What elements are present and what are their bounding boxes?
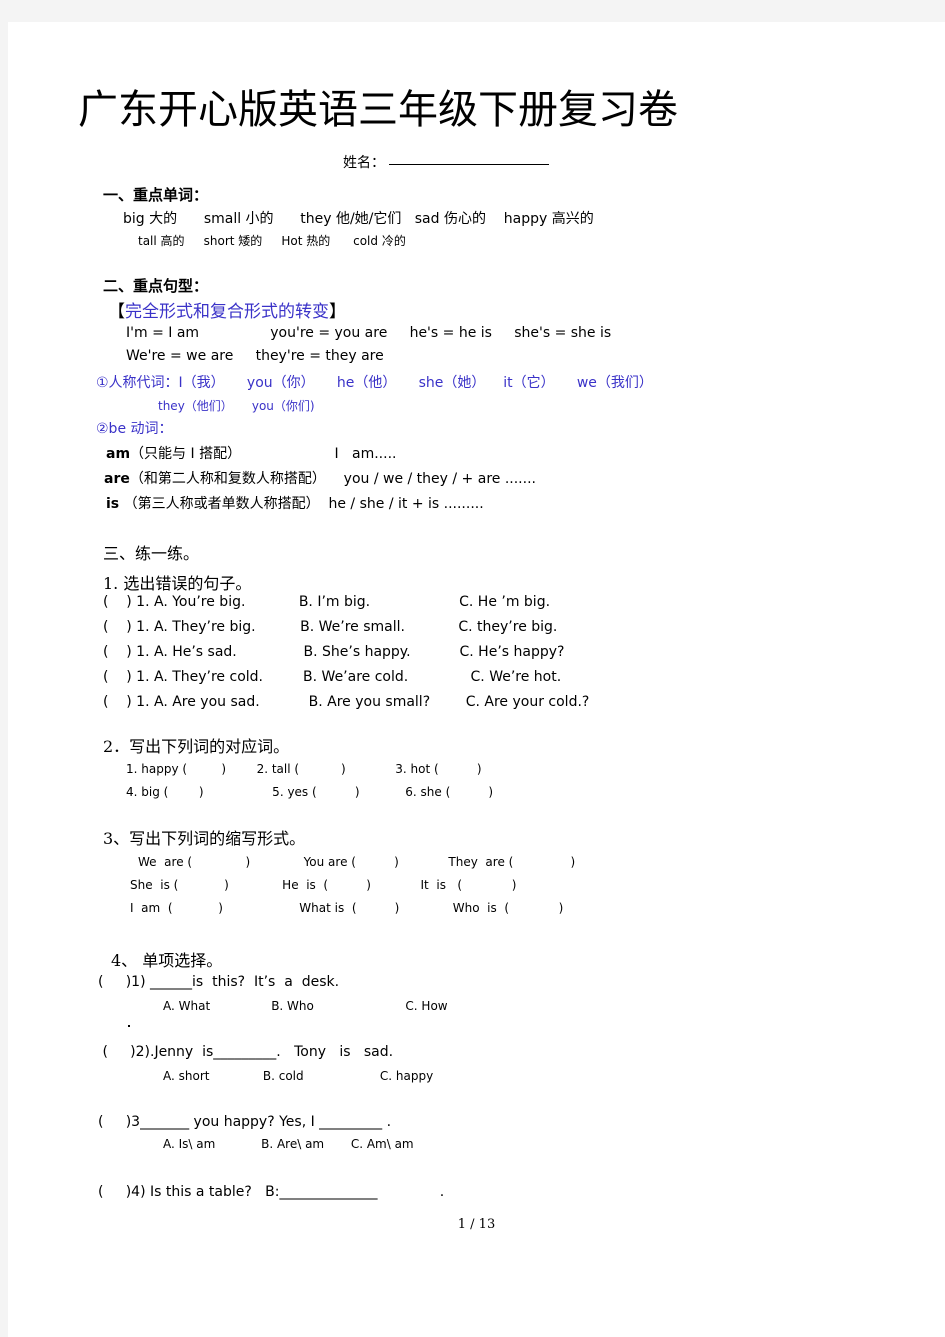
exercise-2-row-1: 1. happy ( ) 2. tall ( ) 3. hot ( )	[126, 762, 482, 776]
be-verb-are-detail: （和第二人称和复数人称搭配） you / we / they / + are .…	[129, 471, 536, 487]
section-1-words-row-2: tall 高的 short 矮的 Hot 热的 cold 冷的	[138, 234, 406, 248]
stray-dot-mark	[128, 1025, 130, 1027]
section-2-heading: 二、重点句型：	[103, 277, 209, 295]
bracket-close: 】	[329, 302, 346, 322]
be-verb-heading: ②be 动词：	[96, 421, 173, 437]
exercise-4-question-2-stem: ( )2).Jenny is_________. Tony is sad.	[98, 1044, 394, 1060]
be-verb-is-detail: （第三人称或者单数人称搭配） he / she / it + is ......…	[119, 496, 484, 512]
page-title: 广东开心版英语三年级下册复习卷	[78, 87, 678, 133]
section-1-words-row-1: big 大的 small 小的 they 他/她/它们 sad 伤心的 happ…	[123, 211, 594, 227]
exercise-1-heading: 1. 选出错误的句子。	[103, 574, 252, 593]
exercise-1-row: ( ) 1. A. He’s sad. B. She’s happy. C. H…	[103, 644, 565, 660]
be-verb-are-word: are	[104, 471, 130, 487]
be-verb-are-row: are（和第二人称和复数人称搭配） you / we / they / + ar…	[104, 468, 536, 488]
exercise-4-question-2-options: A. short B. cold C. happy	[163, 1069, 434, 1083]
contraction-row-1: I'm = I am you're = you are he's = he is…	[126, 325, 612, 341]
exercise-3-row-3: I am ( ) What is ( ) Who is ( )	[130, 901, 564, 915]
be-verb-am-detail: （只能与 I 搭配） I am.....	[130, 446, 397, 462]
be-verb-is-row: is （第三人称或者单数人称搭配） he / she / it + is ...…	[106, 493, 484, 513]
be-verb-am-row: am（只能与 I 搭配） I am.....	[106, 443, 396, 463]
exercise-4-heading: 4、 单项选择。	[111, 951, 223, 970]
section-3-heading: 三、练一练。	[103, 544, 200, 563]
bracket-open: 【	[108, 302, 125, 322]
bracket-title-text: 完全形式和复合形式的转变	[125, 302, 329, 322]
name-field-blank[interactable]	[389, 164, 549, 165]
pronoun-list-row-2: they（他们） you（你们)	[158, 399, 315, 413]
exercise-4-question-1-options: A. What B. Who C. How	[163, 999, 448, 1013]
contraction-row-2: We're = we are they're = they are	[126, 348, 384, 364]
exercise-3-row-2: She is ( ) He is ( ) It is ( )	[130, 878, 517, 892]
exercise-1-row: ( ) 1. A. You’re big. B. I’m big. C. He …	[103, 594, 551, 610]
exercise-1-row: ( ) 1. A. They’re big. B. We’re small. C…	[103, 619, 558, 635]
name-field-label: 姓名：	[343, 155, 385, 171]
document-body: 广东开心版英语三年级下册复习卷 姓名： 一、重点单词： big 大的 small…	[8, 22, 945, 1337]
exercise-3-heading: 3、写出下列词的缩写形式。	[103, 829, 306, 848]
title-block: 广东开心版英语三年级下册复习卷	[8, 86, 748, 134]
section-2-bracket-title: 【完全形式和复合形式的转变】	[108, 297, 346, 322]
exercise-2-row-2: 4. big ( ) 5. yes ( ) 6. she ( )	[126, 785, 494, 799]
page-footer: 1 / 13	[457, 1217, 496, 1232]
exercise-2-heading: 2．写出下列词的对应词。	[103, 737, 290, 756]
exercise-1-row: ( ) 1. A. They’re cold. B. We’are cold. …	[103, 669, 562, 685]
exercise-4-question-3-options: A. Is\ am B. Are\ am C. Am\ am	[163, 1137, 414, 1151]
be-verb-am-word: am	[106, 446, 131, 462]
document-page: 广东开心版英语三年级下册复习卷 姓名： 一、重点单词： big 大的 small…	[8, 22, 945, 1337]
exercise-1-row: ( ) 1. A. Are you sad. B. Are you small?…	[103, 694, 590, 710]
pronoun-list-row-1: ①人称代词：I（我） you（你） he（他） she（她） it（它） we（…	[96, 375, 653, 391]
name-field: 姓名：	[343, 152, 549, 172]
exercise-4-question-1-stem: ( )1) ______is this? It’s a desk.	[98, 974, 340, 990]
exercise-3-row-1: We are ( ) You are ( ) They are ( )	[138, 855, 576, 869]
exercise-4-question-4-stem: ( )4) Is this a table? B:______________ …	[98, 1184, 445, 1200]
exercise-4-question-3-stem: ( )3_______ you happy? Yes, I _________ …	[98, 1114, 392, 1130]
be-verb-is-word: is	[106, 496, 120, 512]
section-1-heading: 一、重点单词：	[103, 186, 209, 204]
